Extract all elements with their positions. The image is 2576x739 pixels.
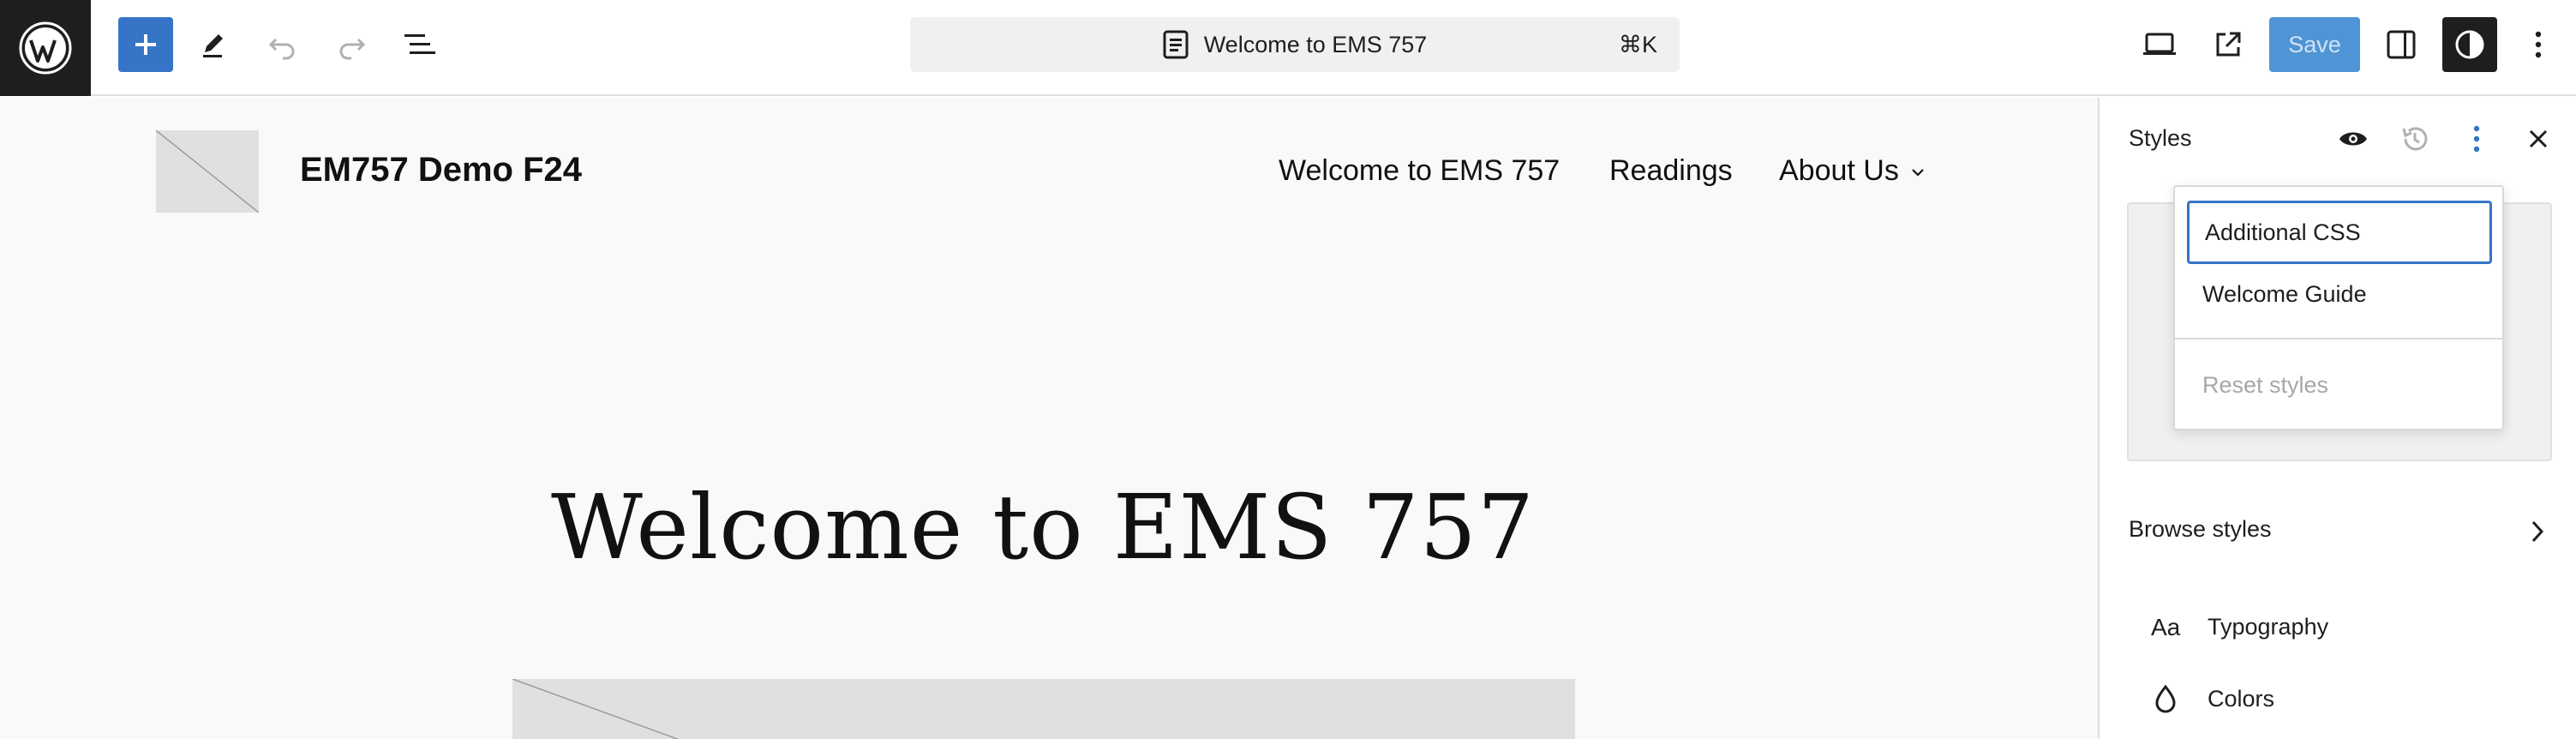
document-overview-button[interactable] xyxy=(392,17,447,72)
menu-item-reset-styles: Reset styles xyxy=(2202,371,2329,398)
more-vertical-icon xyxy=(2535,31,2542,58)
add-block-button[interactable] xyxy=(118,17,173,72)
style-book-button[interactable] xyxy=(2333,118,2374,159)
document-title: Welcome to EMS 757 xyxy=(1203,31,1428,57)
editor-header: Welcome to EMS 757 ⌘K Save xyxy=(0,0,2576,96)
undo-button[interactable] xyxy=(255,17,310,72)
contrast-icon xyxy=(2455,30,2484,59)
browse-styles-label: Browse styles xyxy=(2129,516,2272,542)
colors-item[interactable]: Colors xyxy=(2154,684,2411,720)
eye-icon xyxy=(2339,132,2367,146)
view-site-button[interactable] xyxy=(2201,17,2255,72)
browse-styles-item[interactable]: Browse styles xyxy=(2129,516,2545,550)
redo-icon xyxy=(339,38,366,60)
tools-button[interactable] xyxy=(185,17,240,72)
site-logo-placeholder[interactable] xyxy=(156,130,259,213)
nav-item-about-us-label: About Us xyxy=(1779,154,1899,187)
save-button[interactable]: Save xyxy=(2269,17,2360,72)
more-vertical-icon xyxy=(2473,125,2480,153)
droplet-icon xyxy=(2155,684,2176,713)
command-shortcut: ⌘K xyxy=(1618,31,1657,57)
nav-item-welcome[interactable]: Welcome to EMS 757 xyxy=(1279,154,1560,188)
styles-actions-menu: Additional CSS Welcome Guide Reset style… xyxy=(2173,185,2504,430)
typography-label: Typography xyxy=(2208,614,2329,640)
history-icon xyxy=(2402,127,2428,151)
page-icon xyxy=(1163,30,1189,59)
revisions-button[interactable] xyxy=(2394,118,2435,159)
chevron-down-icon xyxy=(1912,169,1925,177)
chevron-right-icon xyxy=(2531,520,2544,543)
more-styles-actions-button[interactable] xyxy=(2456,118,2497,159)
wordpress-logo-icon[interactable] xyxy=(0,0,91,96)
placeholder-image-icon xyxy=(512,679,680,739)
device-preview-button[interactable] xyxy=(2132,17,2187,72)
redo-button[interactable] xyxy=(324,17,379,72)
desktop-icon xyxy=(2143,33,2176,55)
external-link-icon xyxy=(2216,32,2241,57)
plus-icon xyxy=(135,34,156,55)
placeholder-image-icon xyxy=(156,130,259,213)
settings-panel-button[interactable] xyxy=(2374,17,2429,72)
sidebar-title: Styles xyxy=(2129,125,2192,151)
options-button[interactable] xyxy=(2513,17,2564,72)
menu-divider xyxy=(2175,338,2502,339)
close-sidebar-button[interactable] xyxy=(2518,118,2559,159)
nav-item-about-us[interactable]: About Us xyxy=(1779,154,1926,188)
document-title-bar[interactable]: Welcome to EMS 757 ⌘K xyxy=(910,17,1680,72)
colors-label: Colors xyxy=(2208,686,2275,712)
site-title[interactable]: EM757 Demo F24 xyxy=(300,151,582,189)
sidebar-toggle-icon xyxy=(2387,30,2416,59)
close-icon xyxy=(2529,129,2548,148)
page-title[interactable]: Welcome to EMS 757 xyxy=(0,475,2086,580)
editor-canvas[interactable]: EM757 Demo F24 Welcome to EMS 757 Readin… xyxy=(0,98,2098,739)
typography-item[interactable]: Aa Typography xyxy=(2151,614,2411,648)
undo-icon xyxy=(268,38,295,60)
featured-image-placeholder[interactable] xyxy=(512,679,1575,739)
nav-item-readings[interactable]: Readings xyxy=(1609,154,1733,188)
pencil-icon xyxy=(203,34,223,57)
list-view-icon xyxy=(404,34,435,54)
menu-item-additional-css[interactable]: Additional CSS xyxy=(2187,201,2492,264)
menu-item-welcome-guide[interactable]: Welcome Guide xyxy=(2187,262,2492,326)
typography-icon: Aa xyxy=(2151,614,2181,640)
styles-button[interactable] xyxy=(2442,17,2497,72)
